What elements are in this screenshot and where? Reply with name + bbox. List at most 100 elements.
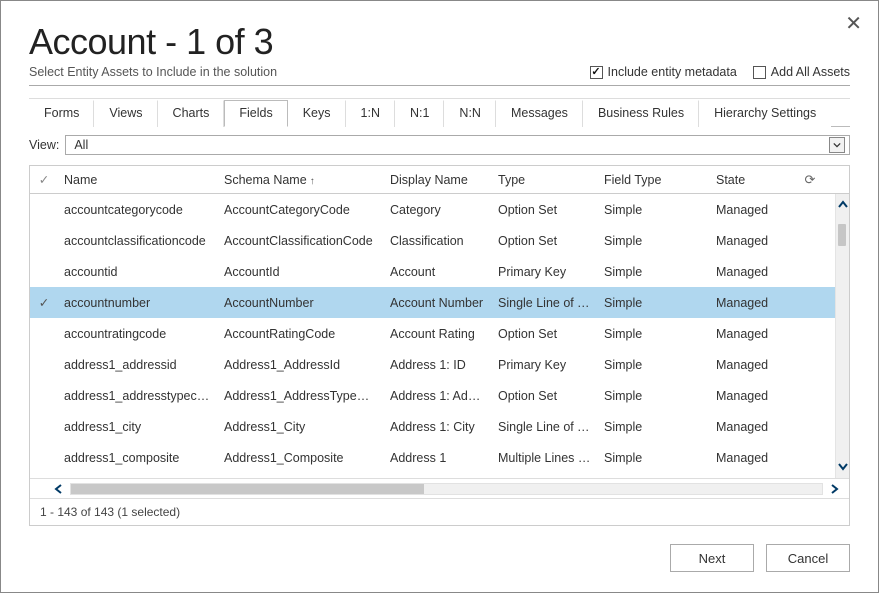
cell-schema: Address1_City: [218, 420, 384, 434]
cell-display: Account: [384, 265, 492, 279]
vertical-scrollbar[interactable]: [835, 194, 849, 478]
cell-state: Managed: [710, 296, 800, 310]
close-icon[interactable]: ✕: [845, 11, 862, 36]
cell-type: Option Set: [492, 389, 598, 403]
tab-business-rules[interactable]: Business Rules: [583, 100, 699, 127]
tab-views[interactable]: Views: [94, 100, 157, 127]
cell-name: address1_addresstypecode: [58, 389, 218, 403]
tab-messages[interactable]: Messages: [496, 100, 583, 127]
cell-name: address1_addressid: [58, 358, 218, 372]
cell-type: Multiple Lines of…: [492, 451, 598, 465]
solution-assets-dialog: ✕ Account - 1 of 3 Select Entity Assets …: [0, 0, 879, 593]
table-row[interactable]: address1_compositeAddress1_CompositeAddr…: [30, 442, 835, 473]
cell-schema: AccountRatingCode: [218, 327, 384, 341]
col-display[interactable]: Display Name: [384, 173, 492, 187]
cell-state: Managed: [710, 389, 800, 403]
hscroll-thumb[interactable]: [71, 484, 424, 494]
col-schema[interactable]: Schema Name↑: [218, 173, 384, 187]
add-all-assets-checkbox[interactable]: Add All Assets: [753, 65, 850, 79]
cell-state: Managed: [710, 451, 800, 465]
cell-display: Classification: [384, 234, 492, 248]
view-value: All: [74, 138, 88, 152]
cancel-button[interactable]: Cancel: [766, 544, 850, 572]
cell-schema: AccountCategoryCode: [218, 203, 384, 217]
table-row[interactable]: accountidAccountIdAccountPrimary KeySimp…: [30, 256, 835, 287]
cell-name: address1_city: [58, 420, 218, 434]
cell-name: accountcategorycode: [58, 203, 218, 217]
scroll-down-icon[interactable]: [838, 459, 848, 474]
top-checks: Include entity metadata Add All Assets: [590, 65, 850, 79]
col-fieldtype[interactable]: Field Type: [598, 173, 710, 187]
cell-state: Managed: [710, 265, 800, 279]
chevron-down-icon[interactable]: [829, 137, 845, 153]
tab-n-1[interactable]: N:1: [395, 100, 444, 127]
grid-header: ✓ Name Schema Name↑ Display Name Type Fi…: [30, 166, 849, 194]
scroll-right-icon[interactable]: [829, 481, 839, 497]
view-label: View:: [29, 138, 59, 152]
status-bar: 1 - 143 of 143 (1 selected): [30, 498, 849, 525]
cell-schema: Address1_AddressTypeCode: [218, 389, 384, 403]
include-metadata-label: Include entity metadata: [608, 65, 737, 79]
tab-fields[interactable]: Fields: [224, 100, 287, 127]
tab-hierarchy-settings[interactable]: Hierarchy Settings: [699, 100, 831, 127]
col-type[interactable]: Type: [492, 173, 598, 187]
cell-display: Account Rating: [384, 327, 492, 341]
cell-fieldtype: Simple: [598, 389, 710, 403]
scroll-up-icon[interactable]: [838, 198, 848, 213]
cell-state: Managed: [710, 420, 800, 434]
table-row[interactable]: accountcategorycodeAccountCategoryCodeCa…: [30, 194, 835, 225]
subtitle-row: Select Entity Assets to Include in the s…: [29, 65, 850, 86]
sort-asc-icon: ↑: [310, 176, 315, 187]
cell-type: Option Set: [492, 234, 598, 248]
table-row[interactable]: address1_addressidAddress1_AddressIdAddr…: [30, 349, 835, 380]
include-metadata-checkbox[interactable]: Include entity metadata: [590, 65, 737, 79]
col-state[interactable]: State: [710, 173, 800, 187]
cell-fieldtype: Simple: [598, 451, 710, 465]
tab-forms[interactable]: Forms: [29, 100, 94, 127]
cell-type: Primary Key: [492, 358, 598, 372]
add-all-assets-label: Add All Assets: [771, 65, 850, 79]
cell-type: Single Line of Text: [492, 296, 598, 310]
cell-schema: AccountClassificationCode: [218, 234, 384, 248]
grid-rows: accountcategorycodeAccountCategoryCodeCa…: [30, 194, 835, 478]
view-row: View: All: [29, 135, 850, 155]
refresh-icon[interactable]: ⟳: [800, 172, 820, 188]
tabs: FormsViewsChartsFieldsKeys1:NN:1N:NMessa…: [29, 98, 850, 127]
view-select[interactable]: All: [65, 135, 850, 155]
tab-n-n[interactable]: N:N: [444, 100, 496, 127]
scroll-left-icon[interactable]: [54, 481, 64, 497]
next-button[interactable]: Next: [670, 544, 754, 572]
select-all-checkbox[interactable]: ✓: [30, 172, 58, 187]
cell-schema: AccountNumber: [218, 296, 384, 310]
cell-name: accountratingcode: [58, 327, 218, 341]
cell-fieldtype: Simple: [598, 203, 710, 217]
cell-display: Address 1: [384, 451, 492, 465]
cell-fieldtype: Simple: [598, 327, 710, 341]
cell-state: Managed: [710, 234, 800, 248]
cell-type: Option Set: [492, 203, 598, 217]
cell-fieldtype: Simple: [598, 234, 710, 248]
col-name[interactable]: Name: [58, 173, 218, 187]
cell-schema: Address1_Composite: [218, 451, 384, 465]
cell-name: address1_composite: [58, 451, 218, 465]
tab-charts[interactable]: Charts: [158, 100, 225, 127]
table-row[interactable]: accountclassificationcodeAccountClassifi…: [30, 225, 835, 256]
table-row[interactable]: accountratingcodeAccountRatingCodeAccoun…: [30, 318, 835, 349]
cell-state: Managed: [710, 327, 800, 341]
tab-keys[interactable]: Keys: [288, 100, 346, 127]
table-row[interactable]: ✓accountnumberAccountNumberAccount Numbe…: [30, 287, 835, 318]
scrollbar-thumb[interactable]: [838, 224, 846, 246]
cell-schema: Address1_AddressId: [218, 358, 384, 372]
checkbox-icon: [753, 66, 766, 79]
cell-schema: AccountId: [218, 265, 384, 279]
cell-state: Managed: [710, 358, 800, 372]
tab-1-n[interactable]: 1:N: [346, 100, 395, 127]
cell-display: Category: [384, 203, 492, 217]
table-row[interactable]: address1_cityAddress1_CityAddress 1: Cit…: [30, 411, 835, 442]
table-row[interactable]: address1_addresstypecodeAddress1_Address…: [30, 380, 835, 411]
horizontal-scrollbar[interactable]: [30, 478, 849, 498]
cell-fieldtype: Simple: [598, 265, 710, 279]
grid-body: accountcategorycodeAccountCategoryCodeCa…: [30, 194, 849, 478]
row-checkbox[interactable]: ✓: [30, 295, 58, 310]
hscroll-track[interactable]: [70, 483, 823, 495]
